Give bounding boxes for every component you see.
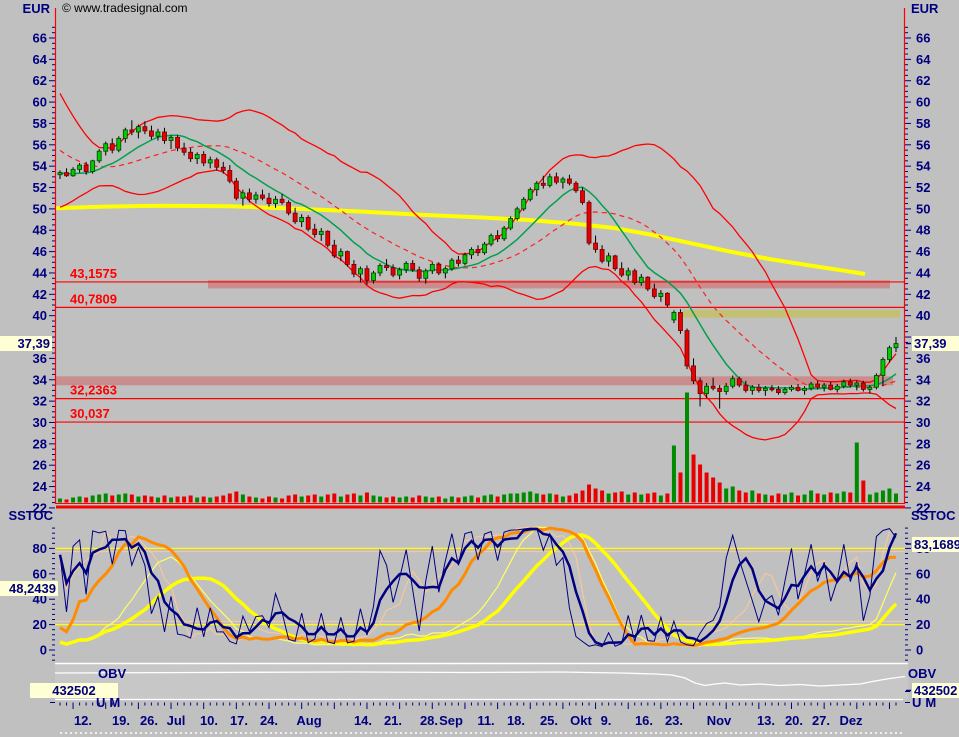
svg-text:Aug: Aug (296, 713, 321, 728)
sstoc-tag-left: 48,2439 (0, 581, 58, 596)
svg-text:11.: 11. (477, 713, 494, 728)
chart-window: 43,1575 40,7809 32,2363 30,037 66 66 64 64 62 62 6… (0, 0, 959, 737)
svg-text:50: 50 (916, 201, 930, 216)
svg-text:9.: 9. (601, 713, 612, 728)
svg-text:0: 0 (40, 643, 47, 658)
svg-text:13.: 13. (757, 713, 775, 728)
svg-text:60: 60 (33, 95, 47, 110)
svg-text:10.: 10. (200, 713, 218, 728)
svg-text:30: 30 (916, 415, 930, 430)
svg-text:64: 64 (33, 52, 48, 67)
obv-label-right: OBV (908, 666, 936, 681)
svg-text:28: 28 (916, 436, 930, 451)
date-axis: 12. 19. 26. Jul 10. 17. 24. Aug 14. 21. 28.Sep 11. 1… (60, 703, 905, 734)
svg-text:23.: 23. (665, 713, 683, 728)
svg-text:26.: 26. (140, 713, 158, 728)
svg-text:60: 60 (916, 95, 930, 110)
sstoc-label-left: SSTOC (4, 508, 53, 523)
svg-text:52: 52 (33, 180, 47, 195)
svg-text:32: 32 (33, 394, 47, 409)
svg-text:14.: 14. (354, 713, 372, 728)
svg-text:28.: 28. (420, 713, 438, 728)
svg-text:54: 54 (916, 159, 931, 174)
sstoc-tag-right: 83,1689 (912, 537, 959, 552)
svg-text:40: 40 (916, 592, 930, 607)
svg-text:24: 24 (33, 479, 48, 494)
volume-unit-right: UM (912, 695, 940, 710)
svg-text:24.: 24. (260, 713, 278, 728)
svg-text:43,1575: 43,1575 (70, 266, 117, 281)
currency-label-right: EUR (911, 1, 938, 16)
svg-text:36: 36 (33, 351, 47, 366)
svg-text:20.: 20. (785, 713, 803, 728)
svg-text:28: 28 (33, 436, 47, 451)
svg-text:21.: 21. (384, 713, 402, 728)
svg-text:32,2363: 32,2363 (70, 383, 117, 398)
svg-text:48: 48 (916, 223, 930, 238)
obv-label-left: OBV (98, 666, 126, 681)
svg-text:42: 42 (33, 287, 47, 302)
svg-text:54: 54 (33, 159, 48, 174)
svg-text:27.: 27. (812, 713, 830, 728)
chart-svg: 43,1575 40,7809 32,2363 30,037 66 66 64 64 62 62 6… (0, 0, 959, 737)
svg-text:12.: 12. (74, 713, 92, 728)
svg-text:46: 46 (916, 244, 930, 259)
svg-text:Dez: Dez (839, 713, 863, 728)
svg-text:20: 20 (916, 617, 930, 632)
svg-text:50: 50 (33, 201, 47, 216)
svg-text:46: 46 (33, 244, 47, 259)
svg-text:26: 26 (33, 458, 47, 473)
volume-unit-left: UM (96, 695, 124, 710)
svg-text:34: 34 (33, 372, 48, 387)
svg-text:26: 26 (916, 458, 930, 473)
svg-text:40: 40 (33, 308, 47, 323)
svg-text:19.: 19. (112, 713, 130, 728)
svg-text:16.: 16. (635, 713, 653, 728)
svg-text:0: 0 (916, 643, 923, 658)
svg-text:62: 62 (33, 73, 47, 88)
svg-text:18.: 18. (507, 713, 525, 728)
obv-plot-area[interactable] (55, 663, 908, 700)
svg-text:25.: 25. (540, 713, 558, 728)
svg-text:60: 60 (33, 566, 47, 581)
svg-text:66: 66 (33, 31, 47, 46)
svg-text:66: 66 (916, 31, 930, 46)
svg-text:30: 30 (33, 415, 47, 430)
svg-text:Sep: Sep (439, 713, 463, 728)
svg-text:42: 42 (916, 287, 930, 302)
svg-text:Jul: Jul (167, 713, 186, 728)
svg-text:32: 32 (916, 394, 930, 409)
copyright: © www.tradesignal.com (62, 1, 188, 15)
svg-text:58: 58 (916, 116, 930, 131)
currency-label-left: EUR (20, 1, 50, 16)
price-tag-right: 37,39 (912, 336, 959, 351)
svg-text:52: 52 (916, 180, 930, 195)
svg-text:20: 20 (33, 617, 47, 632)
svg-text:48: 48 (33, 223, 47, 238)
svg-text:44: 44 (33, 265, 48, 280)
svg-text:58: 58 (33, 116, 47, 131)
svg-text:30,037: 30,037 (70, 406, 110, 421)
svg-text:40: 40 (916, 308, 930, 323)
svg-text:24: 24 (916, 479, 931, 494)
svg-text:64: 64 (916, 52, 931, 67)
svg-text:40,7809: 40,7809 (70, 291, 117, 306)
svg-text:34: 34 (916, 372, 931, 387)
svg-text:Nov: Nov (707, 713, 732, 728)
svg-text:60: 60 (916, 566, 930, 581)
sstoc-label-right: SSTOC (911, 508, 956, 523)
svg-text:17.: 17. (230, 713, 248, 728)
svg-text:44: 44 (916, 265, 931, 280)
svg-text:36: 36 (916, 351, 930, 366)
svg-text:Okt: Okt (570, 713, 592, 728)
svg-text:80: 80 (33, 541, 47, 556)
main-plot-area[interactable] (55, 8, 905, 504)
sstoc-plot-area[interactable] (55, 509, 905, 656)
svg-text:56: 56 (33, 137, 47, 152)
price-tag-left: 37,39 (0, 336, 52, 351)
svg-text:62: 62 (916, 73, 930, 88)
svg-text:56: 56 (916, 137, 930, 152)
